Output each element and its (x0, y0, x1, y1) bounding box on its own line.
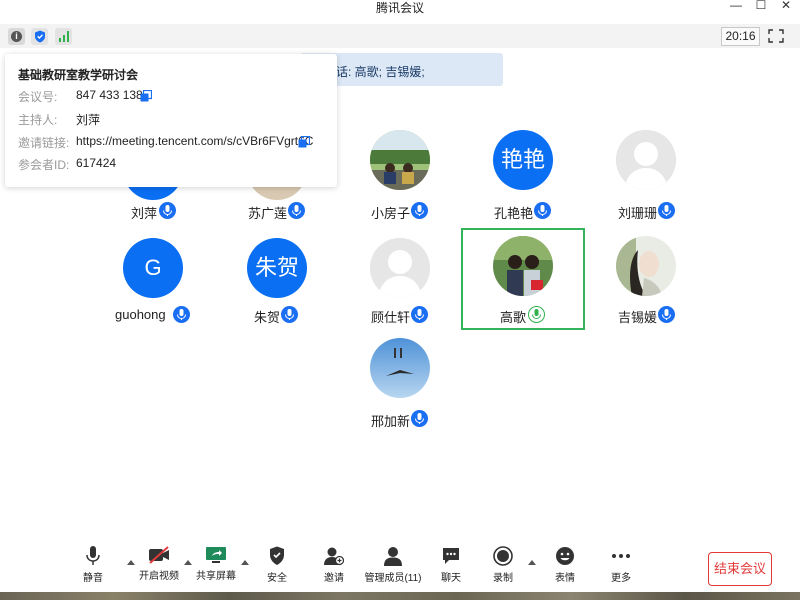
participant-avatar[interactable] (370, 130, 430, 190)
participant-name: 邢加新 (371, 414, 411, 429)
manage-members-button[interactable]: 管理成员(11) (362, 546, 424, 590)
microphone-icon (86, 546, 100, 565)
chat-label: 聊天 (441, 573, 461, 584)
info-icon[interactable]: i (8, 28, 25, 45)
more-label: 更多 (611, 573, 631, 584)
mic-icon[interactable] (411, 202, 428, 219)
title-bar: 腾讯会议 — ☐ ✕ (0, 0, 800, 15)
meeting-id-value: 847 433 138 (76, 88, 143, 102)
participant-id-value: 617424 (76, 156, 117, 170)
shield-icon (270, 546, 284, 565)
mic-icon[interactable] (411, 410, 428, 427)
record-label: 录制 (493, 573, 513, 584)
add-user-icon (324, 547, 344, 566)
bottom-toolbar: 静音 开启视频 共享屏幕 安全 邀请 管理成员(11) 聊天 录制 表情 更多 (0, 540, 800, 592)
participant-name: 刘萍 (131, 206, 158, 221)
host-label: 主持人: (18, 113, 58, 127)
mic-icon[interactable] (658, 306, 675, 323)
mic-icon[interactable] (288, 202, 305, 219)
start-video-button[interactable]: 开启视频 (129, 546, 189, 590)
participant-name: 高歌 (500, 310, 527, 325)
participant-name: 苏广莲 (248, 206, 288, 221)
participant-avatar[interactable]: 朱贺 (247, 238, 307, 298)
more-button[interactable]: 更多 (591, 546, 651, 590)
mic-icon[interactable] (281, 306, 298, 323)
maximize-button[interactable]: ☐ (753, 0, 769, 12)
security-label: 安全 (267, 573, 287, 584)
meeting-timer: 20:16 (721, 27, 760, 46)
invite-button[interactable]: 邀请 (304, 546, 364, 590)
window-title: 腾讯会议 (375, 1, 424, 15)
mic-active-icon[interactable] (528, 306, 545, 323)
participant-name: 小房子 (371, 206, 411, 221)
reactions-button[interactable]: 表情 (535, 546, 595, 590)
invite-label: 邀请 (324, 573, 344, 584)
chat-icon (443, 548, 459, 564)
participant-avatar[interactable]: 艳艳 (493, 130, 553, 190)
participant-name: 吉锡媛 (618, 310, 658, 325)
mic-icon[interactable] (534, 202, 551, 219)
participant-avatar[interactable] (616, 130, 676, 190)
copy-icon[interactable] (140, 89, 153, 102)
chat-button[interactable]: 聊天 (421, 546, 481, 590)
mic-icon[interactable] (159, 202, 176, 219)
copy-icon[interactable] (298, 135, 311, 148)
participant-name: 孔艳艳 (494, 206, 534, 221)
participant-name: 顾仕轩 (371, 310, 411, 325)
participant-avatar[interactable] (370, 238, 430, 298)
mic-icon[interactable] (658, 202, 675, 219)
smiley-icon (556, 547, 574, 565)
meeting-id-label: 会议号: (18, 90, 58, 104)
members-icon (384, 547, 402, 566)
desktop-background (0, 592, 800, 600)
mute-label: 静音 (83, 573, 103, 584)
reactions-label: 表情 (555, 573, 575, 584)
share-screen-button[interactable]: 共享屏幕 (186, 546, 246, 590)
signal-icon[interactable] (55, 28, 72, 45)
record-button[interactable]: 录制 (473, 546, 533, 590)
participant-name: guohong (115, 307, 166, 322)
end-meeting-button[interactable]: 结束会议 (708, 552, 772, 586)
mic-icon[interactable] (173, 306, 190, 323)
participant-name: 刘珊珊 (618, 206, 658, 221)
invite-link-label: 邀请链接: (18, 136, 70, 150)
host-value: 刘萍 (76, 113, 101, 127)
shield-icon[interactable] (31, 28, 48, 45)
share-screen-icon (206, 547, 226, 563)
invite-link-value[interactable]: https://meeting.tencent.com/s/cVBr6FVgrt… (76, 134, 313, 148)
video-off-icon (149, 546, 169, 564)
mic-icon[interactable] (411, 306, 428, 323)
fullscreen-icon[interactable] (768, 29, 786, 45)
manage-members-label: 管理成员(11) (364, 573, 422, 584)
participant-id-label: 参会者ID: (18, 158, 70, 172)
participant-avatar[interactable]: G (123, 238, 183, 298)
start-video-label: 开启视频 (139, 571, 179, 582)
participant-avatar[interactable] (616, 236, 676, 296)
mute-button[interactable]: 静音 (63, 546, 123, 590)
meeting-title: 基础教研室教学研讨会 (18, 68, 139, 82)
share-screen-label: 共享屏幕 (196, 571, 236, 582)
status-bar: i 20:16 (0, 24, 800, 48)
participant-name: 朱贺 (254, 310, 281, 325)
close-button[interactable]: ✕ (778, 0, 794, 12)
minimize-button[interactable]: — (728, 0, 744, 12)
participant-avatar[interactable] (370, 338, 430, 398)
more-icon (612, 554, 630, 558)
participant-avatar[interactable] (493, 236, 553, 296)
meeting-info-popover: 基础教研室教学研讨会 会议号: 847 433 138 主持人: 刘萍 邀请链接… (5, 54, 337, 187)
security-button[interactable]: 安全 (247, 546, 307, 590)
record-icon (493, 546, 513, 566)
